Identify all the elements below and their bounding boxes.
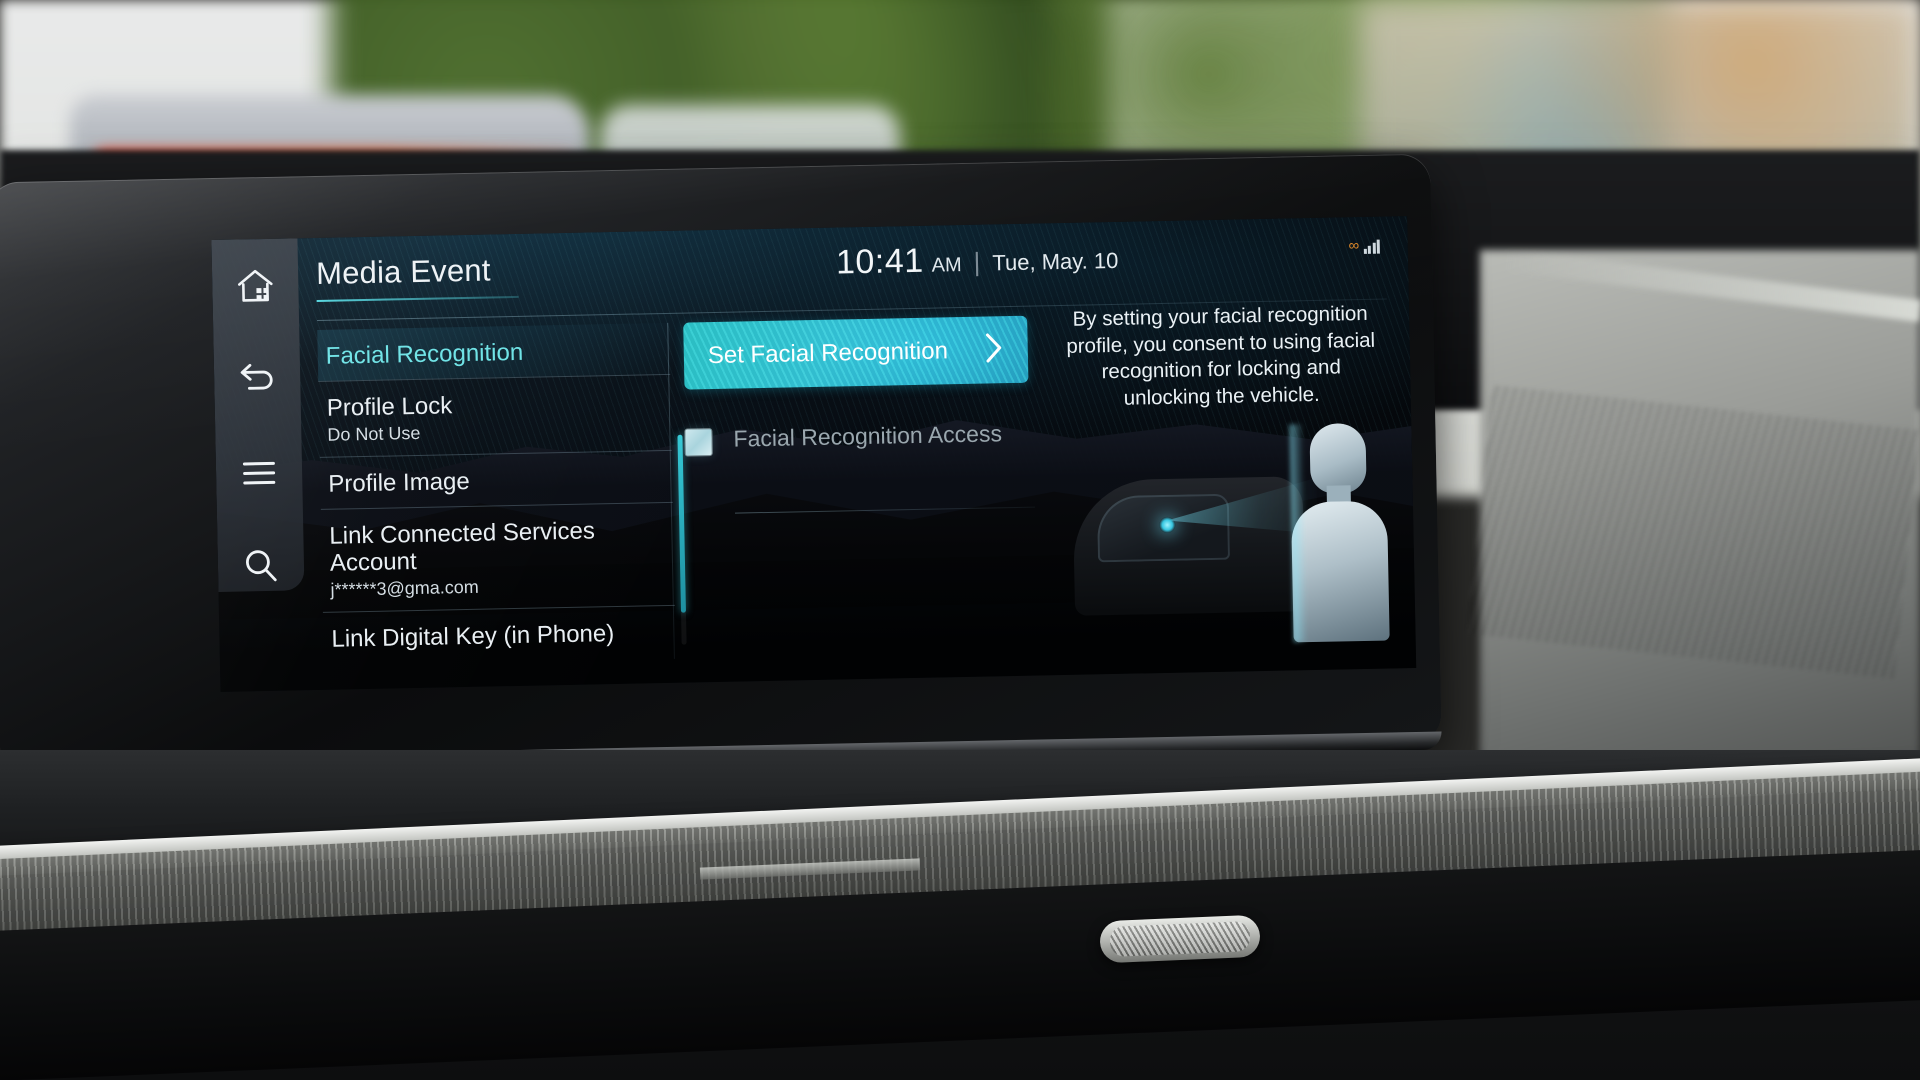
screenshot-root: Media Event 10:41 AM | Tue, May. 10 ∞ Fa…: [0, 0, 1920, 1080]
search-icon[interactable]: [233, 541, 288, 592]
infinity-icon: ∞: [1348, 237, 1359, 255]
page-title: Media Event: [315, 252, 491, 291]
list-item-title: Link Connected Services Account: [329, 517, 596, 578]
display-bezel: Media Event 10:41 AM | Tue, May. 10 ∞ Fa…: [0, 153, 1442, 779]
home-icon[interactable]: [228, 261, 283, 312]
clock-ampm: AM: [931, 254, 962, 277]
infotainment-screen[interactable]: Media Event 10:41 AM | Tue, May. 10 ∞ Fa…: [211, 216, 1417, 692]
console-knob[interactable]: [1099, 914, 1261, 964]
list-item-profile-lock[interactable]: Profile Lock Do Not Use: [318, 374, 672, 457]
face-scan-illustration: [1061, 416, 1396, 653]
icon-rail: [211, 238, 305, 592]
facial-recognition-access-label: Facial Recognition Access: [733, 420, 1003, 452]
facial-recognition-access-checkbox[interactable]: [685, 429, 712, 456]
detail-panel: Set Facial Recognition Facial Recognitio…: [667, 315, 1038, 659]
list-item-title: Facial Recognition: [325, 338, 524, 370]
clock-separator: |: [973, 246, 981, 277]
consent-text: By setting your facial recognition profi…: [1066, 301, 1376, 410]
illustration-person-rimlight: [1289, 424, 1308, 643]
status-indicators: ∞: [1348, 237, 1380, 255]
list-item-title: Link Digital Key (in Phone): [331, 619, 615, 653]
menu-icon[interactable]: [232, 448, 287, 499]
clock-time: 10:41: [835, 241, 924, 282]
list-item-link-connected-services-account[interactable]: Link Connected Services Account j******3…: [320, 501, 675, 612]
settings-list: Facial Recognition Profile Lock Do Not U…: [317, 322, 676, 665]
clock-date: Tue, May. 10: [992, 247, 1119, 276]
set-facial-recognition-label: Set Facial Recognition: [707, 336, 949, 369]
title-underline: [316, 295, 519, 302]
signal-icon: [1363, 239, 1380, 254]
clock: 10:41 AM | Tue, May. 10: [836, 238, 1119, 283]
chevron-right-icon: [983, 331, 1004, 368]
list-item-value: Do Not Use: [327, 422, 421, 445]
list-item-link-digital-key[interactable]: Link Digital Key (in Phone): [322, 604, 676, 665]
illustration-person-head: [1309, 422, 1367, 495]
illustration-person: [1289, 422, 1390, 643]
list-item-value: j******3@gma.com: [330, 576, 479, 600]
consent-info: By setting your facial recognition profi…: [1055, 301, 1387, 414]
list-item-profile-image[interactable]: Profile Image: [319, 449, 673, 509]
list-item-title: Profile Lock: [326, 392, 453, 423]
dashboard-perforation: [1466, 385, 1920, 679]
back-icon[interactable]: [230, 354, 285, 405]
list-item-facial-recognition[interactable]: Facial Recognition: [317, 322, 671, 382]
list-item-title: Profile Image: [328, 467, 470, 498]
set-facial-recognition-button[interactable]: Set Facial Recognition: [683, 315, 1029, 390]
